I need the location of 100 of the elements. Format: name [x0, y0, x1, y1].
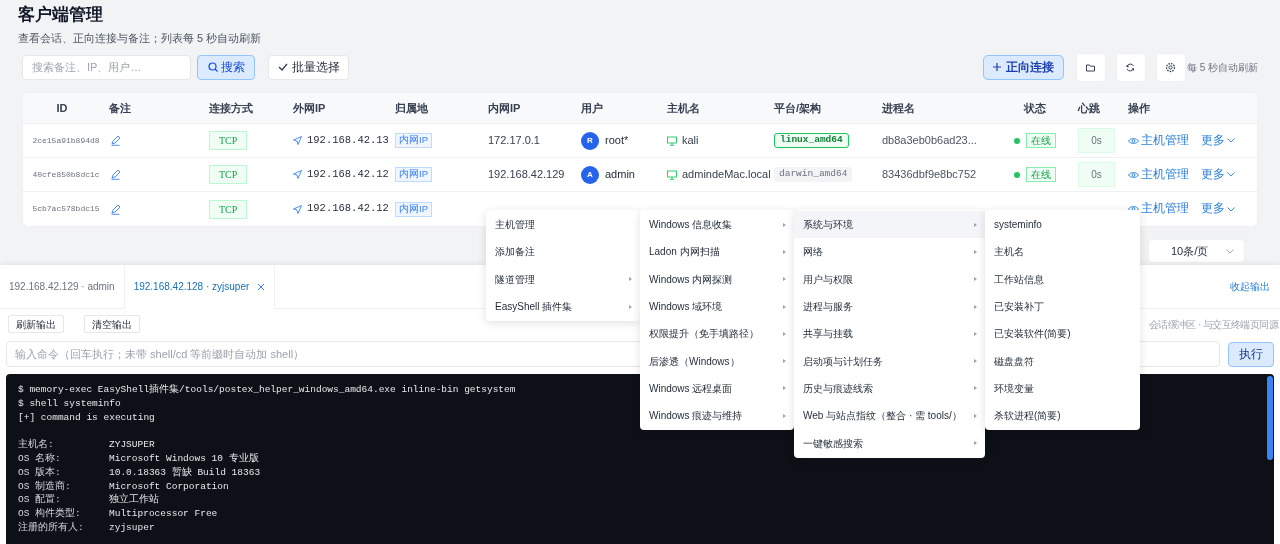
field-value: 10.0.18363 暂缺 Build 18363 — [109, 465, 261, 480]
monitor-icon — [667, 135, 677, 146]
pen-icon — [109, 203, 121, 215]
hostname-cell-text: admindeMac.local — [682, 167, 771, 183]
menu-item[interactable]: 系统与环境 — [794, 211, 985, 239]
edit-note-button[interactable] — [109, 134, 121, 147]
column-header: 进程名 — [882, 100, 915, 116]
search-icon — [207, 62, 218, 72]
collapse-output-link[interactable]: 收起输出 — [1230, 279, 1270, 294]
platform-tag: darwin_amd64 — [774, 167, 853, 182]
menu-item[interactable]: 主机名 — [985, 238, 1140, 266]
menu-item[interactable]: 工作站信息 — [985, 265, 1140, 293]
user-avatar: R — [581, 131, 599, 150]
pen-icon — [109, 169, 121, 180]
folder-icon — [1085, 61, 1097, 73]
connection-tag: TCP — [209, 165, 248, 184]
id-cell: 40cfe850b8dc1c — [32, 168, 100, 181]
menu-item[interactable]: Windows 信息收集 — [640, 211, 794, 239]
host-manage-link[interactable]: 主机管理 — [1128, 131, 1189, 150]
run-button[interactable]: 执行 — [1228, 341, 1274, 367]
column-header: 状态 — [1024, 100, 1046, 116]
process-cell-text: db8a3eb0b6ad23... — [882, 133, 977, 149]
hostname-cell-text: kali — [682, 133, 699, 149]
menu-item[interactable]: Windows 远程桌面 — [640, 374, 794, 403]
refresh-button[interactable] — [1115, 52, 1146, 82]
more-link[interactable]: 更多 — [1201, 200, 1235, 218]
column-header: ID — [56, 100, 68, 116]
menu-item[interactable]: 杀软进程(简要) — [985, 402, 1140, 430]
output-action-button[interactable]: 刷新输出 — [8, 315, 64, 333]
menu-item[interactable]: 已安装补丁 — [985, 292, 1140, 321]
check-icon — [277, 62, 288, 72]
terminal-line: $ shell systeminfo — [18, 396, 121, 411]
submenu-arrow-icon — [974, 413, 977, 418]
menu-item[interactable]: 进程与服务 — [794, 292, 985, 321]
terminal-line: [+] command is executing — [18, 410, 155, 425]
monitor-icon — [667, 169, 677, 180]
output-action-button[interactable]: 清空输出 — [84, 315, 140, 333]
submenu-arrow-icon — [783, 413, 786, 418]
user-avatar: A — [581, 165, 599, 184]
forward-connect-button[interactable]: 正向连接 — [982, 54, 1064, 80]
submenu-arrow-icon — [629, 304, 632, 309]
column-header: 平台/架构 — [774, 100, 822, 116]
menu-item[interactable]: 隧道管理 — [486, 265, 640, 293]
output-hint-text: 会话缓冲区 · 与交互终端页同源 — [1148, 317, 1278, 332]
session-tab[interactable]: 192.168.42.128 · zyjsuper — [124, 264, 276, 309]
folder-button[interactable] — [1075, 52, 1106, 82]
scrollbar-thumb[interactable] — [1267, 376, 1273, 460]
batch-select-button[interactable]: 批量选择 — [268, 54, 349, 80]
platform-tag: linux_amd64 — [774, 133, 849, 148]
submenu-arrow-icon — [974, 359, 977, 364]
user-cell-text: admin — [605, 167, 635, 183]
more-link[interactable]: 更多 — [1201, 131, 1235, 150]
menu-item[interactable]: 主机管理 — [486, 211, 640, 239]
field-value: Multiprocessor Free — [109, 507, 218, 521]
menu-item[interactable]: 环境变量 — [985, 374, 1140, 403]
menu-item[interactable]: 用户与权限 — [794, 265, 985, 293]
menu-item[interactable]: 网络 — [794, 238, 985, 266]
eye-icon — [1128, 170, 1139, 179]
more-link[interactable]: 更多 — [1201, 165, 1235, 184]
column-header: 用户 — [581, 100, 603, 116]
refresh-interval-text: 每 5 秒自动刷新 — [1186, 60, 1258, 75]
status-tag: 在线 — [1026, 133, 1056, 148]
field-value: 独立工作站 — [109, 493, 159, 508]
search-button[interactable]: 搜索 — [197, 54, 255, 80]
submenu-arrow-icon — [974, 249, 977, 254]
menu-item[interactable]: 一键敏感搜索 — [794, 429, 985, 457]
user-cell-text: root* — [605, 133, 629, 149]
chevron-down-icon — [1227, 206, 1235, 212]
menu-item[interactable]: Ladon 内网扫描 — [640, 238, 794, 266]
submenu-arrow-icon — [974, 222, 977, 227]
connection-tag: TCP — [209, 199, 248, 219]
menu-item[interactable]: Windows 内网探测 — [640, 265, 794, 293]
column-header: 心跳 — [1078, 100, 1100, 116]
submenu-arrow-icon — [783, 386, 786, 391]
field-label: OS 制造商: — [18, 479, 72, 494]
chevron-down-icon — [1227, 138, 1235, 143]
session-tab[interactable]: 192.168.42.129 · admin — [0, 264, 125, 309]
edit-note-button[interactable] — [109, 168, 121, 181]
eye-icon — [1128, 205, 1139, 213]
field-label: OS 配置: — [18, 493, 62, 508]
menu-item[interactable]: EasyShell 插件集 — [486, 292, 640, 321]
terminal-line: $ memory-exec EasyShell插件集/tools/postex_helper_windows_amd64.exe inline-bin getsystem — [18, 383, 516, 397]
menu-item[interactable]: 添加备注 — [486, 238, 640, 266]
menu-item[interactable]: Web 与站点指纹（整合 · 需 tools/） — [794, 402, 985, 430]
pen-icon — [109, 135, 121, 146]
menu-item[interactable]: Windows 域环境 — [640, 292, 794, 321]
host-manage-link[interactable]: 主机管理 — [1128, 165, 1189, 184]
send-icon — [293, 204, 302, 214]
id-cell: 2ce15a91b894d8 — [32, 134, 100, 147]
column-header: 操作 — [1128, 100, 1150, 116]
menu-item[interactable]: 历史与痕迹线索 — [794, 374, 985, 403]
column-header: 外网IP — [293, 100, 326, 116]
page-size-select[interactable]: 10条/页 — [1148, 239, 1245, 263]
settings-button[interactable] — [1155, 52, 1186, 82]
search-field[interactable]: 搜索备注、IP、用户… — [22, 54, 191, 80]
settings-icon — [1165, 61, 1177, 73]
edit-note-button[interactable] — [109, 203, 121, 215]
menu-item[interactable]: Windows 痕迹与维持 — [640, 402, 794, 430]
column-header: 主机名 — [667, 100, 700, 116]
field-label: OS 版本: — [18, 465, 62, 480]
